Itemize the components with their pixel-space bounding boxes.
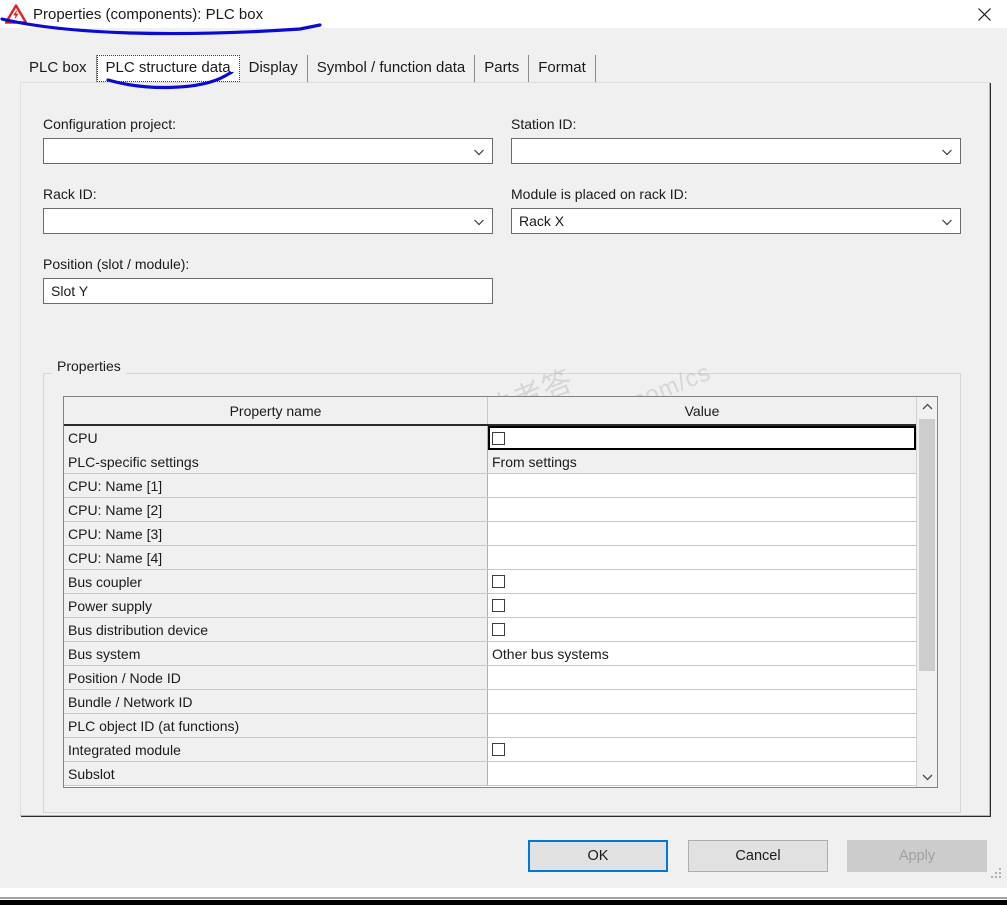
property-name-cell: Bus system xyxy=(64,642,488,665)
property-name-cell: CPU: Name [4] xyxy=(64,546,488,569)
electrical-hazard-warning-icon xyxy=(4,4,28,24)
property-value-cell[interactable] xyxy=(488,618,916,641)
checkbox-unchecked[interactable] xyxy=(492,743,505,756)
property-value-cell[interactable] xyxy=(488,498,916,521)
property-value-cell[interactable] xyxy=(488,690,916,713)
tab-display[interactable]: Display xyxy=(240,55,308,82)
position-slot-module-label: Position (slot / module): xyxy=(43,256,190,272)
property-value-cell[interactable] xyxy=(488,570,916,593)
table-row[interactable]: Bus system Other bus systems xyxy=(64,642,916,666)
chevron-down-icon xyxy=(473,145,485,157)
configuration-project-combobox[interactable] xyxy=(43,138,493,164)
rack-id-label: Rack ID: xyxy=(43,186,97,202)
properties-grid-header: Property name Value xyxy=(64,397,916,426)
table-row[interactable]: CPU: Name [4] xyxy=(64,546,916,570)
property-name-cell: Bundle / Network ID xyxy=(64,690,488,713)
tab-symbol-function-data[interactable]: Symbol / function data xyxy=(308,55,476,82)
configuration-project-label: Configuration project: xyxy=(43,116,177,132)
module-on-rack-id-combobox[interactable]: Rack X xyxy=(511,208,961,234)
checkbox-unchecked[interactable] xyxy=(492,575,505,588)
property-name-cell: Integrated module xyxy=(64,738,488,761)
table-row[interactable]: Integrated module xyxy=(64,738,916,762)
property-name-cell: CPU: Name [2] xyxy=(64,498,488,521)
chevron-up-icon[interactable] xyxy=(917,397,937,417)
property-name-cell: CPU: Name [1] xyxy=(64,474,488,497)
property-name-cell: Position / Node ID xyxy=(64,666,488,689)
property-value-cell[interactable]: Other bus systems xyxy=(488,642,916,665)
property-name-cell: Power supply xyxy=(64,594,488,617)
property-value-cell[interactable] xyxy=(488,666,916,689)
checkbox-unchecked[interactable] xyxy=(492,623,505,636)
chevron-down-icon xyxy=(941,215,953,227)
property-value-cell[interactable] xyxy=(488,474,916,497)
cancel-button[interactable]: Cancel xyxy=(688,840,828,872)
window-title: Properties (components): PLC box xyxy=(33,5,264,23)
chevron-down-icon[interactable] xyxy=(917,767,937,787)
table-row[interactable]: CPU: Name [2] xyxy=(64,498,916,522)
property-name-cell: CPU: Name [3] xyxy=(64,522,488,545)
dialog-body: PLC box PLC structure data Display Symbo… xyxy=(0,28,1007,888)
scrollbar-thumb[interactable] xyxy=(919,419,935,671)
column-header-value[interactable]: Value xyxy=(488,397,916,424)
property-name-cell: Bus distribution device xyxy=(64,618,488,641)
properties-group-legend: Properties xyxy=(52,358,126,374)
column-header-property-name[interactable]: Property name xyxy=(64,397,488,424)
window-bottom-line xyxy=(0,897,1007,899)
table-row[interactable]: Position / Node ID xyxy=(64,666,916,690)
chevron-down-icon xyxy=(473,215,485,227)
module-on-rack-id-label: Module is placed on rack ID: xyxy=(511,186,688,202)
table-row[interactable]: Bundle / Network ID xyxy=(64,690,916,714)
property-name-cell: PLC object ID (at functions) xyxy=(64,714,488,737)
window-bottom-edge xyxy=(0,900,1007,905)
properties-grid-rows: CPU PLC-specific settings From settings CPU… xyxy=(64,426,916,786)
ok-button[interactable]: OK xyxy=(528,840,668,872)
property-value-cell[interactable] xyxy=(488,546,916,569)
property-value-cell[interactable] xyxy=(488,426,916,450)
checkbox-unchecked[interactable] xyxy=(492,599,505,612)
table-row[interactable]: Bus distribution device xyxy=(64,618,916,642)
tab-plc-box[interactable]: PLC box xyxy=(20,55,97,82)
chevron-down-icon xyxy=(941,145,953,157)
checkbox-unchecked[interactable] xyxy=(492,431,505,445)
property-name-cell: CPU xyxy=(64,426,488,450)
tab-plc-structure-data[interactable]: PLC structure data xyxy=(96,55,240,82)
close-icon[interactable] xyxy=(961,0,1007,28)
property-name-cell: PLC-specific settings xyxy=(64,450,488,473)
properties-grid-body: Property name Value CPU PLC-specific sett… xyxy=(64,397,916,787)
tab-strip: PLC box PLC structure data Display Symbo… xyxy=(20,54,596,82)
station-id-label: Station ID: xyxy=(511,116,577,132)
property-value-cell[interactable]: From settings xyxy=(488,450,916,473)
position-slot-module-value: Slot Y xyxy=(51,283,89,299)
property-value-cell[interactable] xyxy=(488,762,916,785)
properties-grid: Property name Value CPU PLC-specific sett… xyxy=(63,396,938,788)
table-row[interactable]: CPU: Name [3] xyxy=(64,522,916,546)
table-row[interactable]: CPU xyxy=(64,426,916,450)
resize-grip[interactable] xyxy=(989,866,1003,880)
title-bar: Properties (components): PLC box xyxy=(0,0,1007,28)
table-row[interactable]: PLC object ID (at functions) xyxy=(64,714,916,738)
rack-id-combobox[interactable] xyxy=(43,208,493,234)
table-row[interactable]: CPU: Name [1] xyxy=(64,474,916,498)
property-name-cell: Subslot xyxy=(64,762,488,785)
apply-button: Apply xyxy=(847,840,987,872)
properties-grid-scrollbar[interactable] xyxy=(916,397,937,787)
tab-format[interactable]: Format xyxy=(529,55,596,82)
property-value-cell[interactable] xyxy=(488,714,916,737)
table-row[interactable]: Bus coupler xyxy=(64,570,916,594)
property-name-cell: Bus coupler xyxy=(64,570,488,593)
property-value-cell[interactable] xyxy=(488,738,916,761)
table-row[interactable]: Subslot xyxy=(64,762,916,786)
property-value-cell[interactable] xyxy=(488,594,916,617)
tab-parts[interactable]: Parts xyxy=(475,55,530,82)
module-on-rack-id-value: Rack X xyxy=(519,213,565,229)
property-value-cell[interactable] xyxy=(488,522,916,545)
position-slot-module-input[interactable]: Slot Y xyxy=(43,278,493,304)
table-row[interactable]: PLC-specific settings From settings xyxy=(64,450,916,474)
station-id-combobox[interactable] xyxy=(511,138,961,164)
table-row[interactable]: Power supply xyxy=(64,594,916,618)
